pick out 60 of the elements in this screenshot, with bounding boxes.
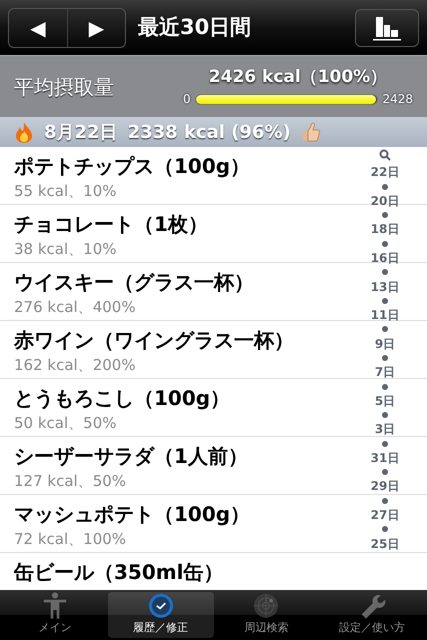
index-date[interactable]: 11日: [370, 309, 400, 322]
index-date[interactable]: 7日: [374, 366, 396, 378]
food-name: マッシュポテト（100g）: [14, 501, 252, 528]
food-name: とうもろこし（100g）: [14, 385, 232, 412]
food-name: 赤ワイン（ワイングラス一杯）: [14, 327, 295, 354]
chart-button[interactable]: [355, 8, 419, 46]
food-name: ポテトチップス（100g）: [14, 153, 252, 180]
next-button[interactable]: ▶: [67, 8, 125, 46]
index-dot[interactable]: [382, 184, 388, 190]
index-dot[interactable]: [382, 440, 388, 447]
food-detail: 55 kcal、10%: [14, 181, 118, 202]
index-dot[interactable]: [382, 298, 388, 304]
index-date[interactable]: 18日: [370, 223, 400, 236]
index-dot[interactable]: [382, 326, 388, 332]
bar-chart-icon: [372, 14, 402, 40]
min-label: 0: [183, 91, 191, 108]
flame-icon: [14, 121, 34, 143]
index-date[interactable]: 29日: [370, 480, 400, 492]
index-dot[interactable]: [382, 412, 388, 418]
index-dot[interactable]: [382, 384, 388, 390]
index-date[interactable]: 9日: [374, 338, 396, 350]
index-dot[interactable]: [382, 212, 388, 218]
index-dot[interactable]: [382, 526, 388, 532]
average-value: 2426 kcal（100%）: [208, 66, 388, 89]
food-detail: 38 kcal、10%: [14, 239, 118, 260]
index-date[interactable]: 27日: [370, 509, 400, 522]
previous-button[interactable]: ◀: [9, 8, 67, 46]
food-detail: 50 kcal、50%: [14, 413, 118, 434]
food-name: 缶ビール（350ml缶）: [14, 559, 224, 586]
food-detail: 162 kcal、200%: [14, 355, 137, 376]
tab[interactable]: 周辺検索: [214, 592, 320, 638]
day-total: 2338 kcal (96%): [128, 120, 291, 144]
index-date[interactable]: 3日: [374, 423, 396, 436]
index-date[interactable]: 13日: [370, 280, 400, 293]
index-date[interactable]: 25日: [370, 538, 400, 550]
food-name: チョコレート（1枚）: [14, 211, 209, 238]
index-dot[interactable]: [382, 469, 388, 476]
day-date: 8月22日: [44, 120, 118, 144]
food-detail: 127 kcal、50%: [14, 471, 128, 492]
food-name: ウイスキー（グラス一杯）: [14, 269, 255, 296]
thumbs-up-icon: [300, 122, 321, 142]
index-dot[interactable]: [382, 240, 388, 247]
max-label: 2428: [382, 91, 413, 108]
tab[interactable]: 履歴／修正: [108, 592, 214, 638]
index-date[interactable]: 22日: [370, 166, 400, 178]
index-dot[interactable]: [382, 498, 388, 504]
average-intake-label: 平均摂取量: [14, 74, 115, 100]
food-detail: 72 kcal、100%: [14, 529, 128, 550]
food-detail: 276 kcal、400%: [14, 297, 137, 318]
index-dot[interactable]: [382, 354, 388, 361]
food-name: シーザーサラダ（1人前）: [14, 443, 249, 470]
index-date[interactable]: 5日: [374, 394, 396, 407]
index-date[interactable]: 16日: [370, 252, 400, 264]
search-icon[interactable]: [379, 149, 391, 161]
index-date[interactable]: 31日: [370, 452, 400, 464]
index-dot[interactable]: [382, 269, 388, 276]
screen-title: 最近30日間: [138, 14, 252, 41]
tab[interactable]: 設定／使い方: [319, 592, 425, 638]
tab[interactable]: メイン: [2, 592, 108, 638]
index-date[interactable]: 20日: [370, 194, 400, 207]
